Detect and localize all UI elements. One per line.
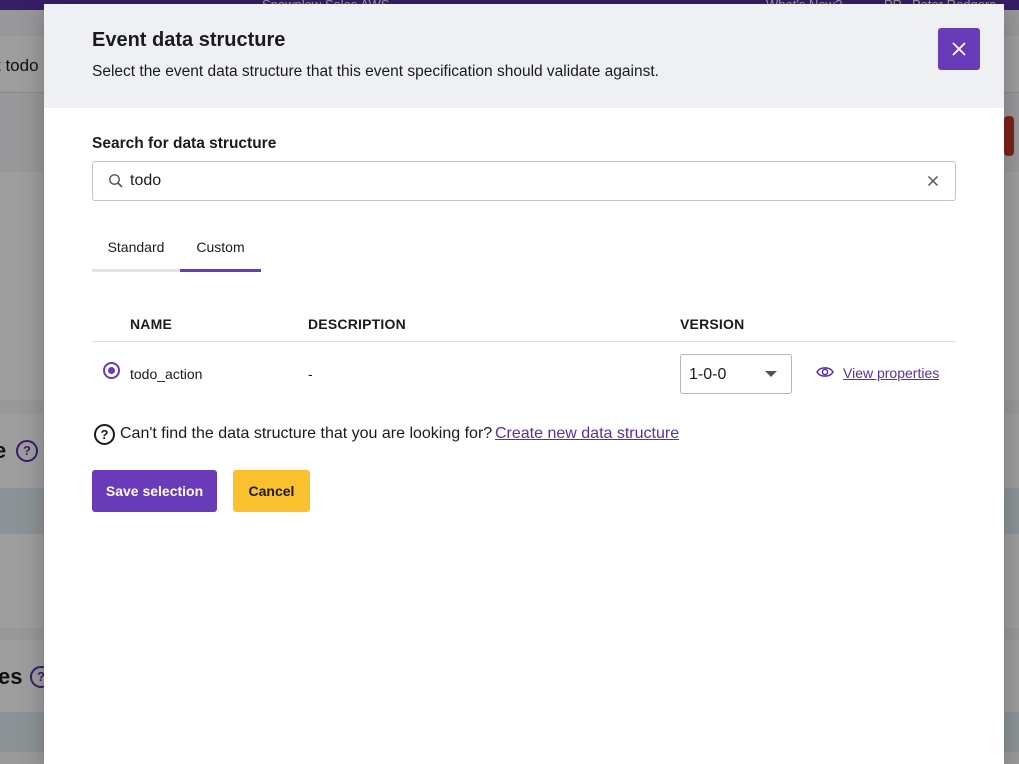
structure-description: - xyxy=(308,366,313,382)
search-field[interactable] xyxy=(92,161,956,201)
create-data-structure-link[interactable]: Create new data structure xyxy=(495,425,679,443)
tab-standard[interactable]: Standard xyxy=(92,228,180,272)
help-circle-icon: ? xyxy=(94,424,115,445)
event-data-structure-modal: Event data structure Select the event da… xyxy=(44,4,1004,764)
search-icon xyxy=(109,174,123,188)
version-value: 1-0-0 xyxy=(689,366,727,383)
modal-subtitle: Select the event data structure that thi… xyxy=(92,63,659,80)
eye-icon xyxy=(816,367,834,377)
active-tab-indicator xyxy=(180,269,261,272)
modal-header: Event data structure Select the event da… xyxy=(44,4,1004,108)
view-properties-label: View properties xyxy=(843,365,940,381)
modal-title: Event data structure xyxy=(92,29,286,51)
structure-tabs: Standard Custom xyxy=(92,228,261,272)
cancel-button[interactable]: Cancel xyxy=(233,470,310,512)
table-row: todo_action - 1-0-0 View properties xyxy=(92,342,956,398)
clear-icon[interactable] xyxy=(925,173,941,189)
column-header-description: DESCRIPTION xyxy=(308,316,406,332)
structure-name: todo_action xyxy=(130,366,203,382)
column-header-name: NAME xyxy=(130,316,173,332)
radio-selected-dot xyxy=(108,367,115,374)
column-header-version: VERSION xyxy=(680,316,745,332)
tab-label: Standard xyxy=(107,239,165,255)
search-label: Search for data structure xyxy=(92,135,277,152)
row-select-radio[interactable] xyxy=(103,362,120,379)
tab-custom[interactable]: Custom xyxy=(180,228,261,272)
close-icon xyxy=(952,42,966,56)
help-text: Can't find the data structure that you a… xyxy=(120,425,493,442)
chevron-down-icon xyxy=(765,371,777,377)
save-selection-button[interactable]: Save selection xyxy=(92,470,217,512)
close-button[interactable] xyxy=(938,28,980,70)
tab-label: Custom xyxy=(196,239,245,255)
version-select[interactable]: 1-0-0 xyxy=(680,354,792,394)
search-input[interactable] xyxy=(130,162,910,200)
